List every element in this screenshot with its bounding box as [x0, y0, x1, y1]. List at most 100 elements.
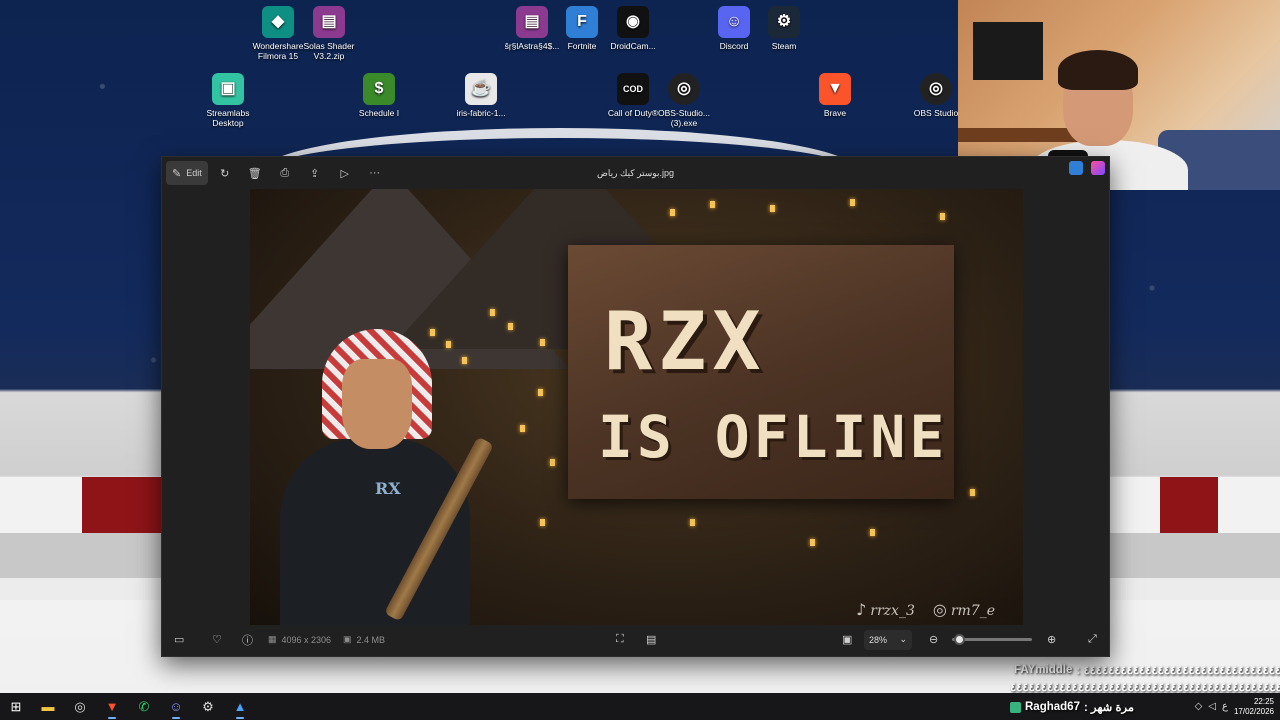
chat-username: Raghad67	[1025, 701, 1080, 713]
droidcam-icon: ◉	[617, 6, 649, 38]
desktop-icon-label: iris-fabric-1...	[456, 108, 506, 118]
clock-time: 22:25	[1253, 696, 1274, 706]
character-face	[342, 359, 412, 449]
start-button[interactable]: ⊞	[0, 693, 32, 720]
file-explorer-icon: ▬	[41, 699, 55, 714]
trash-icon: 🗑	[247, 167, 262, 180]
desktop-icon-label: Call of Duty®	[607, 108, 659, 118]
filmora-icon: ◆	[262, 6, 294, 38]
poster-window-light	[810, 539, 815, 546]
obs-studio-icon: ◎	[668, 73, 700, 105]
compare-button[interactable]: ▤	[646, 623, 656, 656]
poster-window-light	[540, 519, 545, 526]
fullscreen-button[interactable]: ⤢	[1088, 623, 1097, 656]
zoom-level: 28%	[869, 634, 888, 645]
taskbar-discord[interactable]: ☺	[160, 693, 192, 720]
slideshow-button[interactable]: ▷	[332, 161, 358, 185]
desktop-icon-label: Schedule I	[358, 108, 400, 118]
chat-message: FAYmiddle : ٤٤٤٤٤٤٤٤٤٤٤٤٤٤٤٤٤٤٤٤٤٤٤٤٤٤٤٤…	[1008, 660, 1280, 680]
printer-icon: ⎙	[280, 166, 290, 179]
zoom-dropdown[interactable]: 28% ⌄	[864, 629, 912, 650]
chat-username: FAYmiddle	[1014, 664, 1073, 676]
taskbar-obs[interactable]: ◎	[64, 693, 96, 720]
desktop-icon-droidcam[interactable]: ◉ DroidCam...	[603, 6, 663, 51]
share-button[interactable]: ⇪	[302, 161, 328, 185]
edit-button[interactable]: ✎ Edit	[166, 161, 208, 185]
zoom-in-icon: ⊕	[1047, 634, 1057, 646]
actual-size-button[interactable]: ▣	[842, 623, 852, 656]
edit-button-label: Edit	[186, 168, 202, 178]
network-icon[interactable]: ◇	[1195, 701, 1203, 712]
java-icon: ☕	[465, 73, 497, 105]
image-dimensions: ▦ 4096 x 2306	[268, 623, 331, 656]
desktop-icon-obs-studio[interactable]: ◎ OBS Studio	[906, 73, 966, 118]
zoom-select[interactable]: 28% ⌄	[864, 623, 912, 656]
call-of-duty-icon: COD	[617, 73, 649, 105]
poster-window-light	[970, 489, 975, 496]
desktop-icon-steam[interactable]: ⚙ Steam	[754, 6, 814, 51]
poster-character: RX	[280, 329, 494, 625]
taskbar-steam[interactable]: ⚙	[192, 693, 224, 720]
zoom-slider[interactable]	[952, 623, 1032, 656]
zoom-in-button[interactable]: ⊕	[1047, 623, 1056, 656]
favorite-button[interactable]: ♡	[212, 623, 222, 656]
poster-window-light	[710, 201, 715, 208]
desktop-icon-label: Brave	[823, 108, 847, 118]
desktop-icon-brave[interactable]: ▼ Brave	[805, 73, 865, 118]
poster-window-light	[540, 339, 545, 346]
more-options-button[interactable]: ···	[362, 161, 388, 185]
obs-studio-icon: ◎	[920, 73, 952, 105]
instagram-handle-group: ◎ rm7_e	[933, 600, 995, 619]
brave-icon: ▼	[819, 73, 851, 105]
taskbar-whatsapp[interactable]: ✆	[128, 693, 160, 720]
desktop-icon-schedule-i[interactable]: $ Schedule I	[349, 73, 409, 118]
clock[interactable]: 22:25 17/02/2026	[1234, 697, 1274, 717]
print-button[interactable]: ⎙	[272, 161, 298, 185]
rotate-button[interactable]: ↻	[212, 161, 238, 185]
windows-icon: ⊞	[10, 698, 22, 714]
desktop-icon-obs-installer[interactable]: ◎ OBS-Studio... (3).exe	[654, 73, 714, 128]
poster-window-light	[850, 199, 855, 206]
photos-app-icon[interactable]	[1069, 161, 1083, 175]
share-icon: ⇪	[310, 167, 320, 180]
delete-button[interactable]: 🗑	[242, 161, 268, 185]
zoom-slider-track[interactable]	[952, 634, 1032, 645]
desktop-icon-iris-fabric[interactable]: ☕ iris-fabric-1...	[451, 73, 511, 118]
chat-message: Raghad67 : مرة شهر	[1008, 697, 1148, 717]
clock-date: 17/02/2026	[1233, 706, 1274, 716]
desktop-icon-streamlabs[interactable]: ▣ Streamlabs Desktop	[198, 73, 258, 128]
discord-icon: ☺	[718, 6, 750, 38]
poster-window-light	[940, 213, 945, 220]
steam-icon: ⚙	[202, 698, 214, 714]
chat-text: : ٤٤٤٤٤٤٤٤٤٤٤٤٤٤٤٤٤٤٤٤٤٤٤٤٤٤٤٤٤٤٤٤٤٤٤٤٤	[1076, 665, 1280, 677]
fit-to-window-button[interactable]: ⛶	[616, 623, 624, 656]
chat-message: ٤٤٤٤٤٤٤٤٤٤٤٤٤٤٤٤٤٤٤٤٤٤٤٤٤٤٤٤٤٤٤٤٤٤٤٤٤٤٤٤…	[1008, 680, 1280, 694]
desktop-icon-label: Streamlabs Desktop	[206, 108, 250, 128]
taskbar-brave[interactable]: ▼	[96, 693, 128, 720]
language-indicator[interactable]: ع	[1222, 701, 1228, 712]
desktop-icon-label: DroidCam...	[610, 41, 656, 51]
filmstrip-button[interactable]: ▭	[174, 623, 184, 656]
desktop-icon-label: Discord	[719, 41, 749, 51]
volume-icon[interactable]: ◁	[1208, 701, 1216, 712]
wallpaper-stripe	[82, 477, 162, 533]
steam-icon: ⚙	[768, 6, 800, 38]
zoom-slider-thumb[interactable]	[954, 634, 965, 645]
zoom-out-button[interactable]: ⊖	[929, 623, 938, 656]
file-info-button[interactable]: ⓘ	[242, 623, 253, 656]
moderator-badge-icon	[1010, 701, 1021, 713]
chat-text: ٤٤٤٤٤٤٤٤٤٤٤٤٤٤٤٤٤٤٤٤٤٤٤٤٤٤٤٤٤٤٤٤٤٤٤٤٤٤٤٤…	[1010, 682, 1280, 694]
taskbar-file-explorer[interactable]: ▬	[32, 693, 64, 720]
poster-title: RZX	[604, 295, 767, 388]
desktop-icon-label: OBS Studio	[913, 108, 959, 118]
image-canvas[interactable]: RZX IS OFLINE RX ♪ rrzx_3 ◎ rm7_e	[250, 189, 1023, 625]
character-chest-logo: RX	[375, 479, 401, 498]
desktop-icon-solas-shader[interactable]: ▤ Solas Shader V3.2.zip	[299, 6, 359, 61]
taskbar-photos[interactable]: ▲	[224, 693, 256, 720]
compare-icon: ▤	[646, 634, 657, 646]
instagram-handle: rm7_e	[950, 603, 995, 619]
poster-window-light	[770, 205, 775, 212]
chat-text: : مرة شهر	[1083, 702, 1135, 714]
clipchamp-icon[interactable]	[1091, 161, 1105, 175]
webcam-person-hair	[1058, 50, 1138, 90]
